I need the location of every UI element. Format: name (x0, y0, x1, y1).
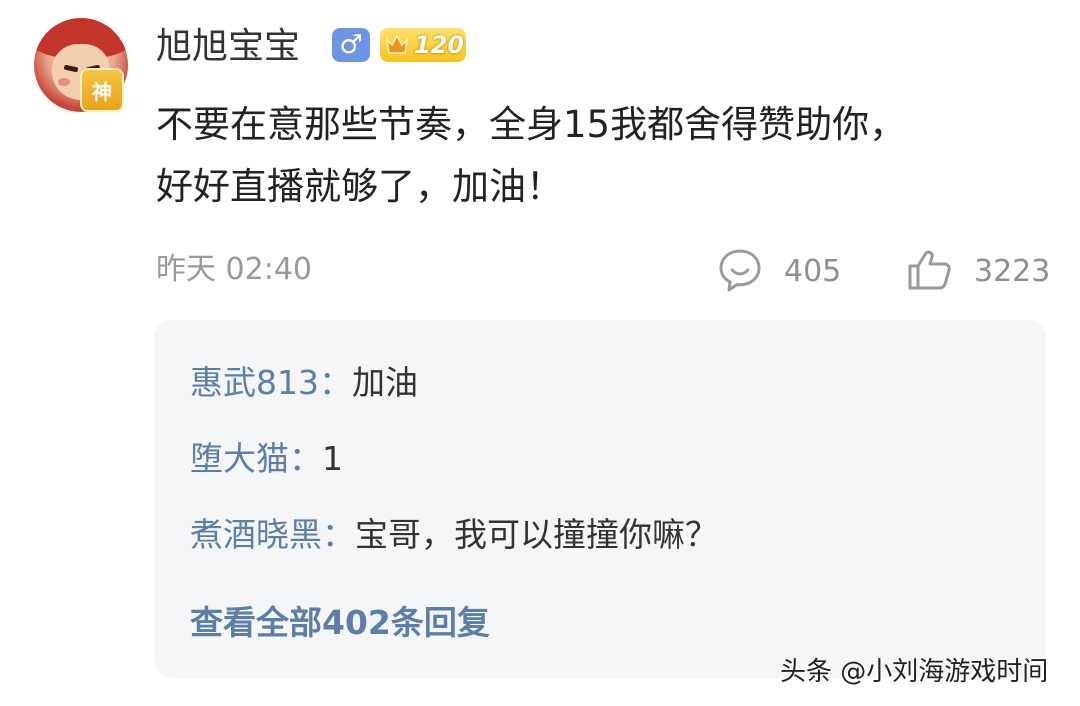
crown-icon (380, 28, 414, 62)
reply-username[interactable]: 煮酒晓黑： (190, 515, 355, 554)
reply-username[interactable]: 惠武813： (190, 363, 352, 402)
replies-panel: 惠武813：加油 堕大猫：1 煮酒晓黑：宝哥，我可以撞撞你嘛？ 查看全部402条… (154, 320, 1046, 678)
reply-text: 1 (322, 439, 343, 478)
reply-username[interactable]: 堕大猫： (190, 439, 322, 478)
like-count: 3223 (974, 254, 1051, 289)
comment-text-line: 不要在意那些节奏，全身15我都舍得赞助你， (156, 103, 907, 146)
level-badge: 120 (380, 28, 466, 62)
comment-body: 不要在意那些节奏，全身15我都舍得赞助你， 好好直播就够了，加油！ (156, 94, 1046, 218)
view-all-replies-link[interactable]: 查看全部402条回复 (190, 600, 490, 646)
reply-text: 加油 (352, 363, 418, 402)
username[interactable]: 旭旭宝宝 (156, 22, 300, 72)
like-button[interactable]: 3223 (906, 246, 1050, 298)
reply-item[interactable]: 惠武813：加油 (190, 360, 418, 406)
avatar-rank-badge: 神 (80, 68, 124, 112)
thumbs-up-icon (906, 246, 954, 298)
chat-bubble-icon (716, 246, 764, 298)
reply-text: 宝哥，我可以撞撞你嘛？ (355, 515, 718, 554)
gender-male-icon: ♂ (332, 28, 370, 62)
comment-timestamp: 昨天 02:40 (156, 252, 312, 287)
level-number: 120 (414, 31, 465, 59)
comment-text-line: 好好直播就够了，加油！ (156, 165, 563, 208)
reply-count: 405 (784, 254, 842, 289)
reply-button[interactable]: 405 (716, 246, 841, 298)
watermark: 头条 @小刘海游戏时间 (780, 657, 1049, 687)
reply-item[interactable]: 煮酒晓黑：宝哥，我可以撞撞你嘛？ (190, 512, 718, 558)
reply-item[interactable]: 堕大猫：1 (190, 436, 343, 482)
